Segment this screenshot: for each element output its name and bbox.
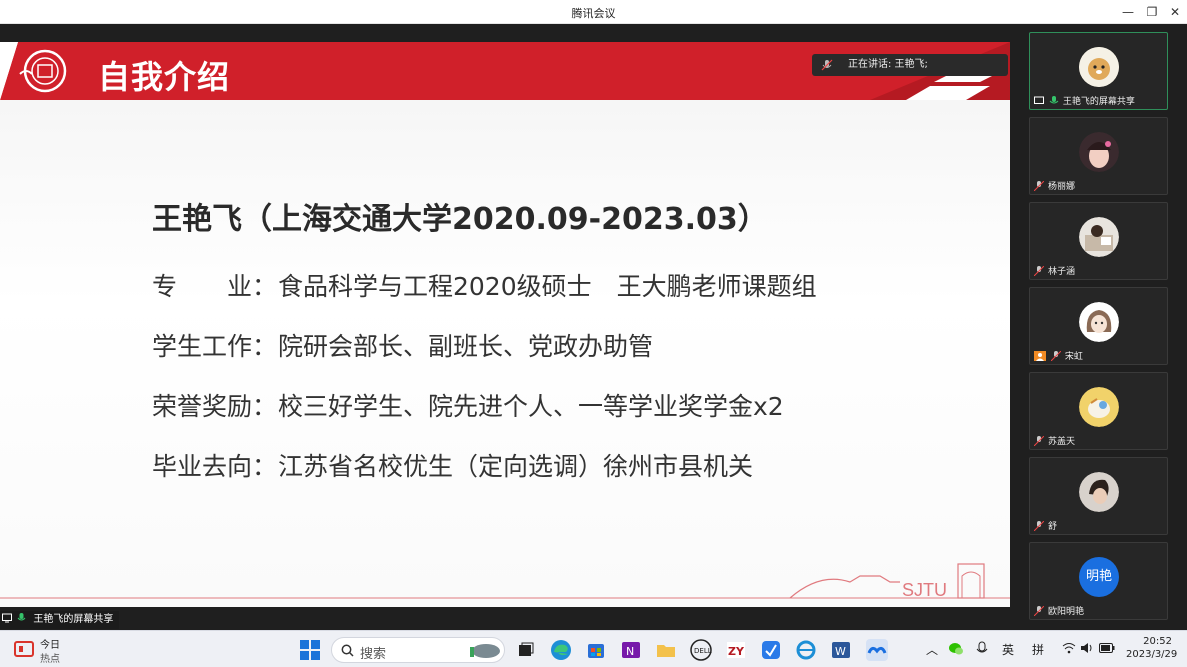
participant-tile[interactable]: 王艳飞的屏幕共享 <box>1029 32 1168 110</box>
avatar: 明艳 <box>1079 557 1119 597</box>
volume-icon[interactable] <box>1080 642 1094 654</box>
feishu-icon[interactable] <box>760 639 782 661</box>
participant-name: 宋虹 <box>1034 349 1083 362</box>
screen-share-label: 王艳飞的屏幕共享 <box>0 611 120 629</box>
row-value: 院研会部长、副班长、党政办助管 <box>278 332 654 361</box>
tencent-meeting-icon[interactable] <box>866 639 888 661</box>
sjtu-logo-icon <box>19 49 67 93</box>
search-highlight-icon <box>470 644 500 658</box>
participant-name: 欧阳明艳 <box>1034 604 1084 617</box>
participant-name: 林子涵 <box>1034 264 1075 277</box>
row-value: 食品科学与工程2020级硕士 王大鹏老师课题组 <box>278 272 817 301</box>
participant-tile[interactable]: 苏盖天 <box>1029 372 1168 450</box>
screen-share-icon <box>2 613 12 623</box>
svg-text:N: N <box>626 645 634 658</box>
edge-icon[interactable] <box>550 639 572 661</box>
participant-tile[interactable]: 舒 <box>1029 457 1168 535</box>
screen-share-text: 王艳飞的屏幕共享 <box>33 614 114 625</box>
clock-time: 20:52 <box>1143 636 1172 647</box>
mic-muted-icon <box>1034 266 1044 276</box>
onenote-icon[interactable]: N <box>620 639 642 661</box>
system-clock[interactable]: 20:52 2023/3/29 <box>1126 636 1178 660</box>
title-bar: 腾讯会议 — ❐ ✕ <box>0 0 1187 24</box>
avatar <box>1079 217 1119 257</box>
mic-on-icon <box>17 613 26 621</box>
row-label: 毕业去向： <box>152 452 278 481</box>
shared-screen: 自我介绍 正在讲话: 王艳飞; 王艳飞（上海交通大学2020.09-2023.0… <box>0 42 1010 607</box>
slide-footer-sjtu: SJTU <box>902 580 947 600</box>
microphone-icon[interactable] <box>976 641 988 657</box>
zotero-icon[interactable]: ZY <box>725 639 747 661</box>
participant-name: 杨丽娜 <box>1034 179 1075 192</box>
participant-tile[interactable]: 明艳 欧阳明艳 <box>1029 542 1168 620</box>
widget-subtitle[interactable]: 热点 <box>40 650 60 665</box>
taskbar: 今日 热点 搜索 N DELL ZY W ︿ 英 拼 20:52 2023/3/… <box>0 630 1187 667</box>
participant-name: 苏盖天 <box>1034 434 1075 447</box>
meeting-area: 自我介绍 正在讲话: 王艳飞; 王艳飞（上海交通大学2020.09-2023.0… <box>0 24 1187 630</box>
host-icon <box>1034 351 1046 361</box>
intro-heading: 王艳飞（上海交通大学2020.09-2023.03） <box>152 202 768 237</box>
avatar <box>1079 387 1119 427</box>
participant-tile[interactable]: 宋虹 <box>1029 287 1168 365</box>
row-destination: 毕业去向：江苏省名校优生（定向选调）徐州市县机关 <box>152 447 753 483</box>
row-major: 专 业：食品科学与工程2020级硕士 王大鹏老师课题组 <box>152 267 817 303</box>
svg-text:ZY: ZY <box>728 645 745 658</box>
task-view-icon[interactable] <box>515 639 537 661</box>
search-icon <box>341 644 354 657</box>
participant-name: 王艳飞的屏幕共享 <box>1034 94 1135 107</box>
svg-text:DELL: DELL <box>694 647 712 655</box>
participant-name: 舒 <box>1034 519 1057 532</box>
mic-muted-icon <box>1034 436 1044 446</box>
row-label: 荣誉奖励： <box>152 392 278 421</box>
speaking-text: 正在讲话: 王艳飞; <box>848 59 928 70</box>
avatar <box>1079 47 1119 87</box>
row-label: 专 业： <box>152 272 278 301</box>
avatar <box>1079 472 1119 512</box>
restore-icon[interactable]: ❐ <box>1141 3 1163 21</box>
row-value: 校三好学生、院先进个人、一等学业奖学金x2 <box>278 392 784 421</box>
mic-on-icon <box>1049 96 1059 104</box>
svg-text:W: W <box>835 645 846 658</box>
row-label: 学生工作： <box>152 332 278 361</box>
close-icon[interactable]: ✕ <box>1164 3 1186 21</box>
ime-language[interactable]: 英 <box>1002 641 1014 658</box>
taskbar-search[interactable]: 搜索 <box>331 637 505 663</box>
row-student-work: 学生工作：院研会部长、副班长、党政办助管 <box>152 327 653 363</box>
participant-tile[interactable]: 杨丽娜 <box>1029 117 1168 195</box>
row-honors: 荣誉奖励：校三好学生、院先进个人、一等学业奖学金x2 <box>152 387 784 423</box>
avatar <box>1079 302 1119 342</box>
clock-date: 2023/3/29 <box>1126 649 1178 660</box>
slide-footer-decoration: SJTU <box>0 563 1010 600</box>
tray-overflow-icon[interactable]: ︿ <box>926 641 938 658</box>
mic-muted-icon <box>1050 351 1061 361</box>
file-explorer-icon[interactable] <box>655 639 677 661</box>
battery-icon[interactable] <box>1099 643 1115 653</box>
store-icon[interactable] <box>585 639 607 661</box>
news-widget-icon[interactable] <box>14 641 34 657</box>
dell-icon[interactable]: DELL <box>690 639 712 661</box>
participant-tile[interactable]: 林子涵 <box>1029 202 1168 280</box>
slide-title: 自我介绍 <box>98 58 231 96</box>
mic-muted-icon <box>1034 181 1044 191</box>
wifi-icon[interactable] <box>1062 642 1076 654</box>
start-icon[interactable] <box>300 640 320 660</box>
avatar <box>1079 132 1119 172</box>
mic-muted-icon <box>1034 606 1044 616</box>
speaking-indicator: 正在讲话: 王艳飞; <box>812 54 1008 76</box>
window-title: 腾讯会议 <box>571 7 616 20</box>
row-value: 江苏省名校优生（定向选调）徐州市县机关 <box>278 452 754 481</box>
ie-icon[interactable] <box>795 639 817 661</box>
minimize-icon[interactable]: — <box>1117 3 1139 21</box>
mic-muted-icon <box>1034 521 1044 531</box>
word-icon[interactable]: W <box>830 639 852 661</box>
search-placeholder: 搜索 <box>360 647 387 662</box>
screen-share-icon <box>1034 96 1044 104</box>
ime-mode[interactable]: 拼 <box>1032 641 1044 658</box>
widget-title[interactable]: 今日 <box>40 636 60 651</box>
wechat-icon[interactable] <box>948 641 964 657</box>
speaker-mic-icon <box>821 59 833 71</box>
